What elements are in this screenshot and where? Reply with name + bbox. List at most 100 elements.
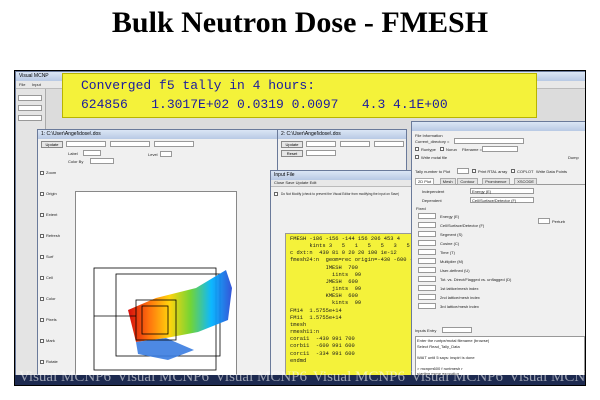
- coplot-checkbox[interactable]: [511, 169, 515, 173]
- perturb-label: Perturb: [552, 219, 566, 224]
- write-mctal-checkbox[interactable]: [415, 155, 419, 159]
- filename-field[interactable]: [482, 146, 518, 152]
- tally-tab[interactable]: 2D Plot: [415, 178, 435, 185]
- plot2-label-select[interactable]: [306, 150, 336, 156]
- plot1-sidebar-list: Zoom Origin Extent Refresh Surf Cell Color Pixe…: [40, 170, 62, 380]
- plot1-sidebar-item[interactable]: Refresh: [40, 233, 62, 254]
- plot1-sidebar-item[interactable]: Color: [40, 296, 62, 317]
- perturb-field[interactable]: [538, 218, 550, 224]
- fixed-param-field[interactable]: [418, 294, 436, 300]
- fixed-param-field[interactable]: [418, 267, 436, 273]
- fixed-param-field[interactable]: [418, 285, 436, 291]
- input-line: FMESH -186 -156 -144 156 206 453 4: [290, 236, 400, 242]
- tally-number-field[interactable]: [457, 168, 469, 174]
- origin-z-field[interactable]: [18, 115, 42, 121]
- plot1-sidebar-item[interactable]: Origin: [40, 191, 62, 212]
- plot1-sidebar-checkbox[interactable]: [40, 255, 44, 259]
- tally-number-label: Tally number to Plot: [415, 169, 451, 174]
- plot1-sidebar-checkbox[interactable]: [40, 360, 44, 364]
- fixed-param-field[interactable]: [418, 249, 436, 255]
- norun-radio[interactable]: [440, 147, 444, 151]
- input-line: IMESH 700: [290, 264, 358, 271]
- fixed-param-field[interactable]: [418, 222, 436, 228]
- fixed-param-field[interactable]: [418, 231, 436, 237]
- plot2-update-button[interactable]: Update: [281, 141, 303, 148]
- plot-window-1-title: 1: C:\User\Angel\dose\.dos: [41, 131, 101, 137]
- plot-window-1-titlebar: 1: C:\User\Angel\dose\.dos: [38, 130, 278, 139]
- plot1-sidebar-item[interactable]: Cell: [40, 275, 62, 296]
- plot1-sidebar-label: Mark: [46, 338, 55, 343]
- print-rtal-checkbox[interactable]: [472, 169, 476, 173]
- plot1-sidebar-item[interactable]: Mark: [40, 338, 62, 359]
- plot2-reset-button[interactable]: Reset: [281, 150, 303, 157]
- plot1-sidebar-checkbox[interactable]: [40, 276, 44, 280]
- menu-input[interactable]: Input: [32, 82, 41, 87]
- input-file-editor[interactable]: FMESH -186 -156 -144 156 206 453 4 kints…: [285, 233, 423, 385]
- plot1-sidebar-item[interactable]: Pixels: [40, 317, 62, 338]
- fixed-param-row: Multiplier (M): [416, 257, 536, 265]
- plot2-basis-field[interactable]: [374, 141, 404, 147]
- plot1-sidebar-checkbox[interactable]: [40, 234, 44, 238]
- input-file-title: Input File: [274, 172, 295, 178]
- current-dir-field[interactable]: [454, 138, 524, 144]
- plot1-sidebar-checkbox[interactable]: [40, 171, 44, 175]
- tally-plot-window: File Information Current_directory = Run…: [411, 121, 585, 385]
- fixed-param-row: Cell/Surface/Detector (F): [416, 221, 536, 229]
- fixed-param-row: Energy (E): [416, 212, 536, 220]
- plot1-colorby-select[interactable]: [90, 158, 114, 164]
- fixed-param-field[interactable]: [418, 276, 436, 282]
- origin-x-field[interactable]: [18, 95, 42, 101]
- plot1-sidebar-checkbox[interactable]: [40, 339, 44, 343]
- fixed-param-row: Time (T): [416, 248, 536, 256]
- plot1-label-select[interactable]: [83, 150, 101, 156]
- input-line: tmesh: [290, 321, 307, 328]
- write-data-label[interactable]: Write Data Points: [536, 169, 567, 174]
- plot1-level-field[interactable]: [160, 151, 172, 157]
- plot1-origin-field[interactable]: [66, 141, 106, 147]
- plot1-sidebar-checkbox[interactable]: [40, 213, 44, 217]
- plot1-sidebar-item[interactable]: Zoom: [40, 170, 62, 191]
- plot1-sidebar-checkbox[interactable]: [40, 318, 44, 322]
- slide-title: Bulk Neutron Dose - FMESH: [111, 6, 489, 39]
- plot1-sidebar-checkbox[interactable]: [40, 192, 44, 196]
- input-file-menu[interactable]: Close Save Update Edit: [274, 180, 316, 185]
- input-file-menubar: Close Save Update Edit: [271, 180, 417, 187]
- do-not-modify-checkbox[interactable]: [274, 192, 278, 196]
- do-not-modify-label: Do Not Modify (check to prevent the Visu…: [281, 192, 400, 196]
- fixed-param-label: User-defined (U): [440, 268, 470, 273]
- tally-tab[interactable]: Mesh: [439, 178, 456, 185]
- plot1-extent-field[interactable]: [110, 141, 150, 147]
- independent-select[interactable]: Energy (E): [470, 188, 534, 194]
- dependent-select[interactable]: Cell/Surface/Detector (F): [470, 197, 534, 203]
- plot2-origin-field[interactable]: [306, 141, 336, 147]
- plot1-sidebar-label: Zoom: [46, 170, 57, 175]
- tally-tab[interactable]: Contour: [457, 178, 478, 185]
- fixed-param-label: 1st lattice/mesh index: [440, 286, 479, 291]
- origin-y-field[interactable]: [18, 105, 42, 111]
- plot1-sidebar-item[interactable]: Extent: [40, 212, 62, 233]
- fixed-param-field[interactable]: [418, 303, 436, 309]
- plot1-sidebar-checkbox[interactable]: [40, 297, 44, 301]
- coplot-label: COPLOT: [517, 169, 534, 174]
- fixed-param-label: 2nd lattice/mesh index: [440, 295, 480, 300]
- fixed-label: Fixed: [416, 206, 426, 211]
- status-entry-field[interactable]: [442, 327, 472, 333]
- plot1-update-button[interactable]: Update: [41, 141, 63, 148]
- watermark-text: Visual MCNP6: [411, 369, 504, 385]
- dump-label: Dump: [568, 155, 579, 160]
- write-mctal-label: Write mctal file: [421, 155, 448, 160]
- plot1-basis-field[interactable]: [154, 141, 194, 147]
- fixed-param-field[interactable]: [418, 213, 436, 219]
- fixed-param-field[interactable]: [418, 240, 436, 246]
- fixed-param-row: 3rd lattice/mesh index: [416, 302, 536, 310]
- fixed-param-label: Time (T): [440, 250, 455, 255]
- plot1-canvas[interactable]: [75, 191, 237, 378]
- fixed-param-field[interactable]: [418, 258, 436, 264]
- tally-tab[interactable]: XSCODE: [514, 178, 538, 185]
- plot2-extent-field[interactable]: [340, 141, 370, 147]
- plot1-sidebar-item[interactable]: Surf: [40, 254, 62, 275]
- runtype-radio[interactable]: [415, 147, 419, 151]
- tally-tab[interactable]: Prominence: [482, 178, 510, 185]
- input-line: rmesh11:n: [290, 329, 320, 336]
- menu-file[interactable]: File: [19, 82, 25, 87]
